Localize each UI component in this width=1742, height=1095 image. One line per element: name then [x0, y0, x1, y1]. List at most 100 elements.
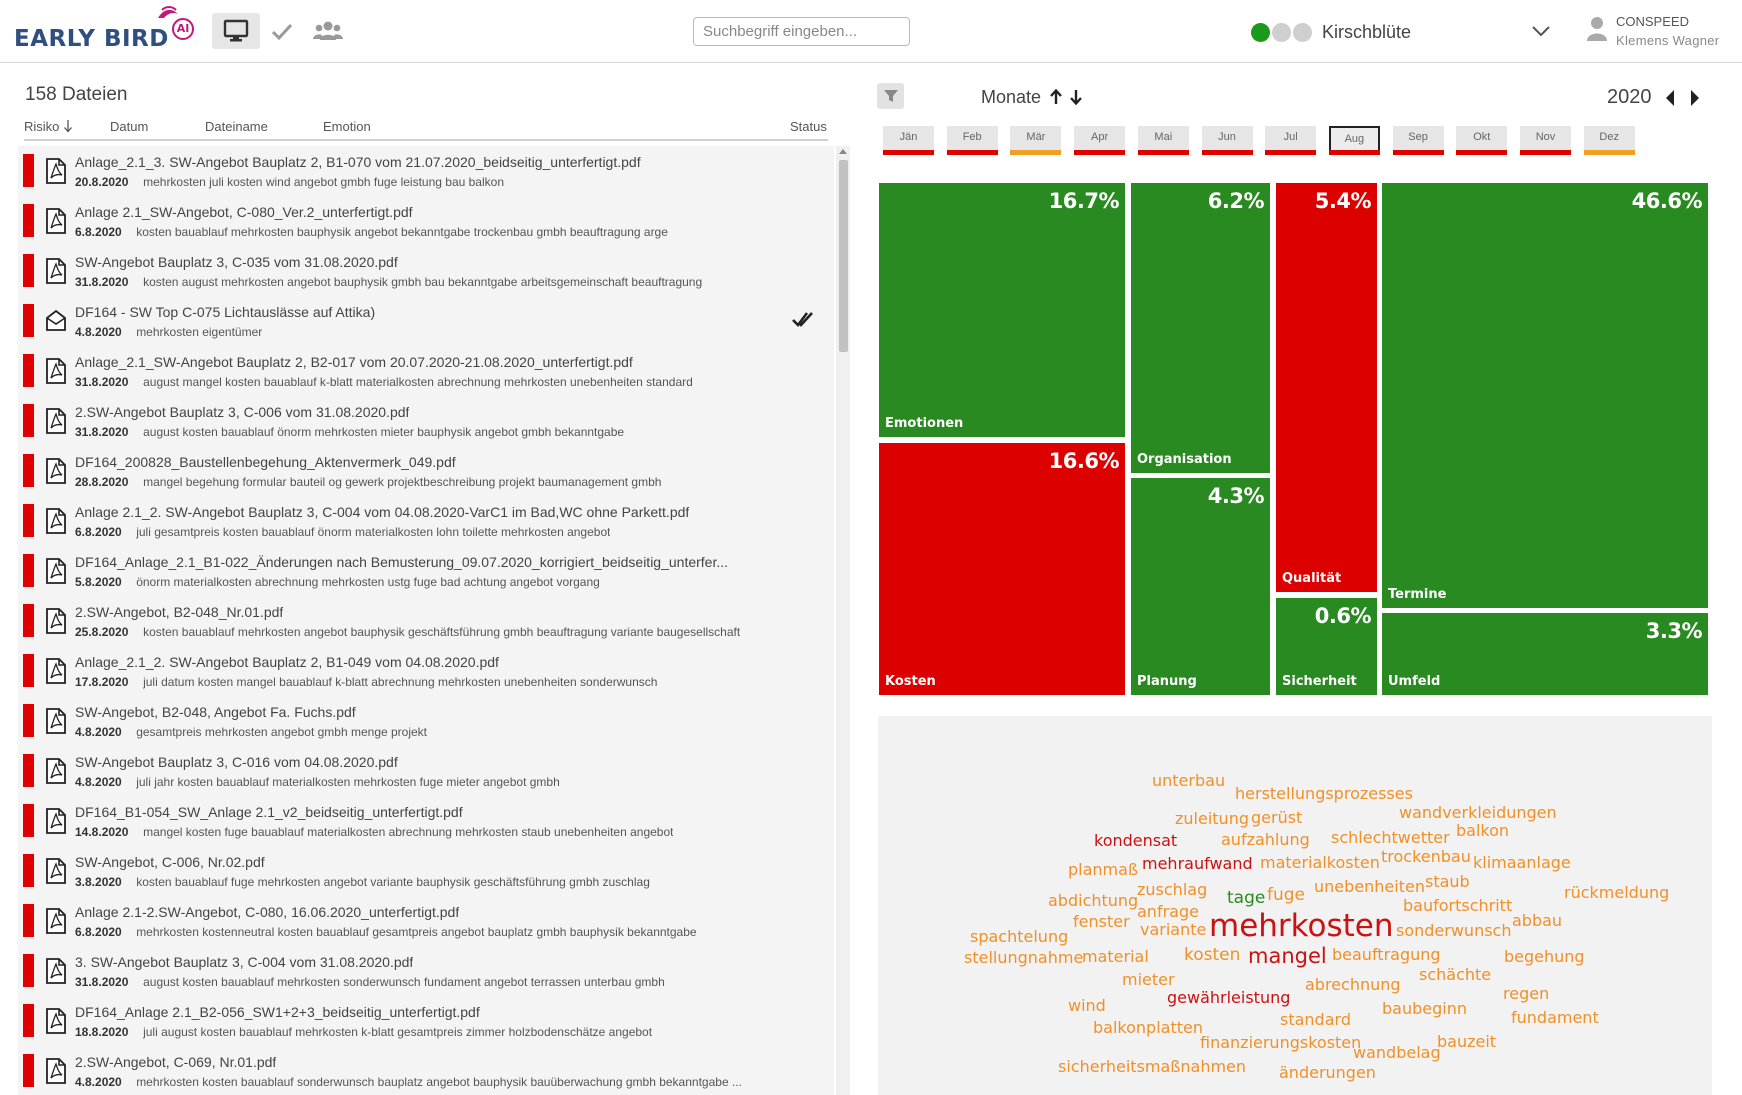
file-row[interactable]: SW-Angebot Bauplatz 3, C-035 vom 31.08.2…: [18, 248, 834, 298]
word-variante[interactable]: variante: [1140, 920, 1206, 939]
month-nov[interactable]: Nov: [1520, 126, 1571, 155]
treemap-tile-organisation[interactable]: 6.2% Organisation: [1131, 183, 1270, 473]
double-check-icon[interactable]: [792, 310, 814, 335]
word-aufzahlung[interactable]: aufzahlung: [1221, 830, 1310, 849]
word-abrechnung[interactable]: abrechnung: [1305, 975, 1401, 994]
word-kosten[interactable]: kosten: [1184, 945, 1240, 965]
month-jun[interactable]: Jun: [1201, 126, 1253, 155]
file-name[interactable]: Anlage 2.1_SW-Angebot, C-080_Ver.2_unter…: [75, 204, 413, 220]
word-herstellungsprozesses[interactable]: herstellungsprozesses: [1235, 784, 1413, 803]
word-gerüst[interactable]: gerüst: [1251, 808, 1302, 827]
treemap-tile-emotionen[interactable]: 16.7% Emotionen: [879, 183, 1125, 437]
file-row[interactable]: Anlage 2.1_2. SW-Angebot Bauplatz 3, C-0…: [18, 498, 834, 548]
month-jän[interactable]: Jän: [883, 126, 934, 155]
word-wandbelag[interactable]: wandbelag: [1353, 1043, 1441, 1062]
word-regen[interactable]: regen: [1503, 984, 1549, 1003]
file-name[interactable]: Anlage_2.1_SW-Angebot Bauplatz 2, B2-017…: [75, 354, 633, 370]
word-schächte[interactable]: schächte: [1419, 965, 1491, 984]
word-beauftragung[interactable]: beauftragung: [1332, 945, 1441, 964]
file-row[interactable]: Anlage 2.1_SW-Angebot, C-080_Ver.2_unter…: [18, 198, 834, 248]
file-name[interactable]: 3. SW-Angebot Bauplatz 3, C-004 vom 31.0…: [75, 954, 413, 970]
file-name[interactable]: SW-Angebot, B2-048, Angebot Fa. Fuchs.pd…: [75, 704, 356, 720]
file-row[interactable]: SW-Angebot Bauplatz 3, C-016 vom 04.08.2…: [18, 748, 834, 798]
treemap-tile-planung[interactable]: 4.3% Planung: [1131, 478, 1270, 695]
word-unterbau[interactable]: unterbau: [1152, 771, 1225, 790]
word-rückmeldung[interactable]: rückmeldung: [1564, 883, 1669, 902]
word-begehung[interactable]: begehung: [1504, 947, 1585, 966]
word-material[interactable]: material: [1082, 947, 1149, 966]
monitor-view-button[interactable]: [212, 13, 260, 49]
column-status[interactable]: Status: [790, 119, 827, 134]
file-name[interactable]: Anlage_2.1_3. SW-Angebot Bauplatz 2, B1-…: [75, 154, 641, 170]
search-input[interactable]: [693, 17, 910, 46]
traffic-light-toggle[interactable]: [1251, 23, 1312, 42]
file-row[interactable]: 2.SW-Angebot, C-069, Nr.01.pdf 4.8.2020 me…: [18, 1048, 834, 1095]
chevron-down-icon[interactable]: [1531, 24, 1551, 38]
word-wind[interactable]: wind: [1068, 996, 1106, 1015]
word-änderungen[interactable]: änderungen: [1279, 1063, 1376, 1082]
file-name[interactable]: SW-Angebot, C-006, Nr.02.pdf: [75, 854, 265, 870]
word-balkon[interactable]: balkon: [1456, 821, 1509, 840]
month-okt[interactable]: Okt: [1456, 126, 1508, 155]
word-spachtelung[interactable]: spachtelung: [970, 927, 1068, 946]
file-name[interactable]: DF164 - SW Top C-075 Lichtauslässe auf A…: [75, 304, 375, 320]
month-dez[interactable]: Dez: [1583, 126, 1635, 155]
file-name[interactable]: Anlage 2.1-2.SW-Angebot, C-080, 16.06.20…: [75, 904, 459, 920]
word-baufortschritt[interactable]: baufortschritt: [1403, 896, 1512, 915]
scroll-up-arrow[interactable]: [839, 149, 847, 154]
word-standard[interactable]: standard: [1280, 1010, 1351, 1029]
file-name[interactable]: SW-Angebot Bauplatz 3, C-035 vom 31.08.2…: [75, 254, 398, 270]
filter-button[interactable]: [877, 83, 904, 109]
file-row[interactable]: DF164_200828_Baustellenbegehung_Aktenver…: [18, 448, 834, 498]
month-feb[interactable]: Feb: [946, 126, 998, 155]
word-zuschlag[interactable]: zuschlag: [1137, 880, 1207, 899]
word-abbau[interactable]: abbau: [1512, 911, 1562, 930]
file-name[interactable]: DF164_Anlage 2.1_B2-056_SW1+2+3_beidseit…: [75, 1004, 480, 1020]
file-name[interactable]: Anlage 2.1_2. SW-Angebot Bauplatz 3, C-0…: [75, 504, 689, 520]
user-icon[interactable]: [1586, 16, 1608, 42]
word-abdichtung[interactable]: abdichtung: [1048, 891, 1138, 910]
treemap-tile-termine[interactable]: 46.6% Termine: [1382, 183, 1708, 608]
team-view-button[interactable]: [304, 13, 352, 49]
tasks-view-button[interactable]: [258, 13, 306, 49]
file-row[interactable]: DF164_B1-054_SW_Anlage 2.1_v2_beidseitig…: [18, 798, 834, 848]
word-mehraufwand[interactable]: mehraufwand: [1142, 854, 1253, 873]
column-filename[interactable]: Dateiname: [205, 119, 268, 134]
word-bauzeit[interactable]: bauzeit: [1437, 1032, 1496, 1051]
word-mangel[interactable]: mangel: [1248, 944, 1327, 968]
treemap-tile-kosten[interactable]: 16.6% Kosten: [879, 443, 1125, 695]
file-name[interactable]: 2.SW-Angebot, B2-048_Nr.01.pdf: [75, 604, 283, 620]
word-planmaß[interactable]: planmaß: [1068, 860, 1138, 879]
month-apr[interactable]: Apr: [1074, 126, 1126, 155]
word-mieter[interactable]: mieter: [1122, 970, 1175, 989]
file-row[interactable]: 2.SW-Angebot Bauplatz 3, C-006 vom 31.08…: [18, 398, 834, 448]
word-mehrkosten[interactable]: mehrkosten: [1209, 908, 1394, 944]
month-aug[interactable]: Aug: [1328, 126, 1380, 155]
arrow-up-icon[interactable]: [1048, 88, 1064, 106]
file-row[interactable]: Anlage_2.1_2. SW-Angebot Bauplatz 2, B1-…: [18, 648, 834, 698]
word-trockenbau[interactable]: trockenbau: [1381, 847, 1471, 866]
month-sep[interactable]: Sep: [1392, 126, 1444, 155]
treemap-tile-umfeld[interactable]: 3.3% Umfeld: [1382, 613, 1708, 695]
file-row[interactable]: DF164_Anlage_2.1_B1-022_Änderungen nach …: [18, 548, 834, 598]
file-row[interactable]: DF164 - SW Top C-075 Lichtauslässe auf A…: [18, 298, 834, 348]
word-zuleitung[interactable]: zuleitung: [1175, 809, 1249, 828]
file-name[interactable]: 2.SW-Angebot Bauplatz 3, C-006 vom 31.08…: [75, 404, 409, 420]
word-fenster[interactable]: fenster: [1073, 912, 1130, 931]
word-kondensat[interactable]: kondensat: [1094, 831, 1177, 850]
column-emotion[interactable]: Emotion: [323, 119, 371, 134]
word-fundament[interactable]: fundament: [1511, 1008, 1599, 1027]
file-row[interactable]: 2.SW-Angebot, B2-048_Nr.01.pdf 25.8.2020 k…: [18, 598, 834, 648]
word-materialkosten[interactable]: materialkosten: [1260, 853, 1380, 872]
word-gewährleistung[interactable]: gewährleistung: [1167, 988, 1290, 1007]
file-row[interactable]: Anlage 2.1-2.SW-Angebot, C-080, 16.06.20…: [18, 898, 834, 948]
word-staub[interactable]: staub: [1425, 872, 1470, 891]
word-finanzierungskosten[interactable]: finanzierungskosten: [1200, 1033, 1361, 1052]
project-selector[interactable]: Kirschblüte: [1322, 22, 1411, 43]
month-mär[interactable]: Mär: [1010, 126, 1062, 155]
word-anfrage[interactable]: anfrage: [1137, 902, 1199, 921]
file-name[interactable]: DF164_200828_Baustellenbegehung_Aktenver…: [75, 454, 456, 470]
file-name[interactable]: DF164_Anlage_2.1_B1-022_Änderungen nach …: [75, 554, 728, 570]
word-stellungnahme[interactable]: stellungnahme: [964, 948, 1083, 967]
file-name[interactable]: Anlage_2.1_2. SW-Angebot Bauplatz 2, B1-…: [75, 654, 499, 670]
